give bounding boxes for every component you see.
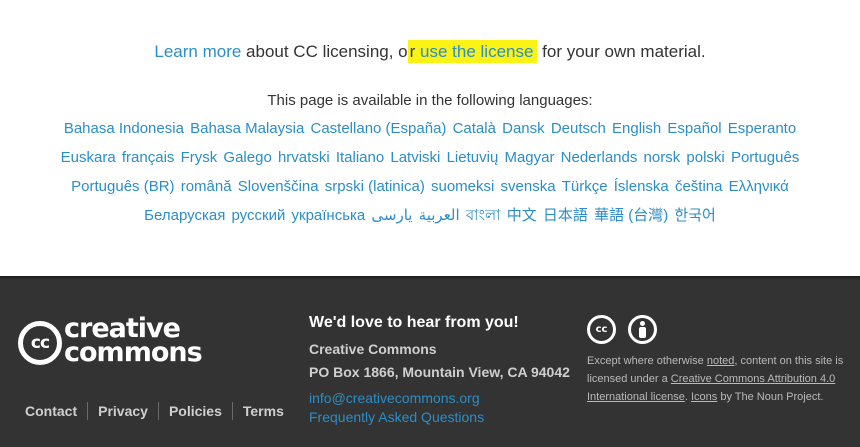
language-row: Bahasa Indonesia Bahasa Malaysia Castell… bbox=[0, 118, 860, 147]
language-link[interactable]: norsk bbox=[644, 149, 681, 166]
languages-intro: This page is available in the following … bbox=[267, 92, 593, 109]
footer-nav: Contact Privacy Policies Terms bbox=[15, 402, 294, 420]
language-link[interactable]: Português (BR) bbox=[71, 178, 174, 195]
language-link[interactable]: Galego bbox=[223, 149, 271, 166]
contact-heading: We'd love to hear from you! bbox=[309, 314, 519, 331]
language-link[interactable]: Íslenska bbox=[614, 178, 669, 195]
attribution-body bbox=[639, 327, 646, 338]
language-link[interactable]: 華語 (台灣) bbox=[594, 207, 668, 224]
language-link[interactable]: یارسی bbox=[371, 207, 412, 224]
noted-link[interactable]: noted bbox=[707, 355, 735, 367]
license-text-part: by The Noun Project. bbox=[717, 391, 824, 403]
language-link[interactable]: Magyar bbox=[504, 149, 554, 166]
contact-block: We'd love to hear from you! Creative Com… bbox=[309, 314, 570, 425]
language-list: Bahasa Indonesia Bahasa Malaysia Castell… bbox=[0, 118, 860, 234]
language-link[interactable]: English bbox=[612, 120, 661, 137]
language-link[interactable]: Frysk bbox=[181, 149, 218, 166]
language-link[interactable]: Slovenščina bbox=[238, 178, 319, 195]
language-link[interactable]: Deutsch bbox=[551, 120, 606, 137]
language-link[interactable]: polski bbox=[686, 149, 724, 166]
highlighted-text: r use the license bbox=[407, 40, 538, 63]
use-license-link[interactable]: use the license bbox=[420, 42, 533, 61]
license-icons: cc bbox=[587, 315, 657, 344]
language-link[interactable]: العربية bbox=[419, 207, 460, 224]
footer-link-policies[interactable]: Policies bbox=[159, 403, 232, 419]
language-link[interactable]: hrvatski bbox=[278, 149, 330, 166]
language-link[interactable]: Bahasa Indonesia bbox=[64, 120, 184, 137]
footer-top-shadow bbox=[0, 276, 860, 280]
language-link[interactable]: 日本語 bbox=[543, 207, 588, 224]
language-link[interactable]: 中文 bbox=[507, 207, 537, 224]
language-link[interactable]: Español bbox=[667, 120, 721, 137]
language-link[interactable]: українська bbox=[292, 207, 366, 224]
language-link[interactable]: srpski (latinica) bbox=[325, 178, 425, 195]
language-link[interactable]: čeština bbox=[675, 178, 723, 195]
icons-link[interactable]: Icons bbox=[691, 391, 717, 403]
language-link[interactable]: Esperanto bbox=[728, 120, 796, 137]
language-link[interactable]: Bahasa Malaysia bbox=[190, 120, 304, 137]
faq-link[interactable]: Frequently Asked Questions bbox=[309, 409, 570, 425]
language-link[interactable]: suomeksi bbox=[431, 178, 494, 195]
learn-more-link[interactable]: Learn more bbox=[154, 42, 241, 61]
logo-word-commons: commons bbox=[64, 337, 203, 368]
language-link[interactable]: русский bbox=[232, 207, 286, 224]
language-row: Euskara français Frysk Galego hrvatski I… bbox=[0, 147, 860, 176]
language-link[interactable]: Euskara bbox=[61, 149, 116, 166]
language-link[interactable]: Latviski bbox=[390, 149, 440, 166]
footer-link-contact[interactable]: Contact bbox=[15, 403, 87, 419]
language-link[interactable]: Castellano (España) bbox=[311, 120, 447, 137]
language-link[interactable]: Lietuvių bbox=[447, 149, 499, 166]
language-link[interactable]: Беларуская bbox=[144, 207, 225, 224]
language-link[interactable]: Català bbox=[453, 120, 496, 137]
email-link[interactable]: info@creativecommons.org bbox=[309, 390, 570, 406]
language-link[interactable]: Português bbox=[731, 149, 799, 166]
language-link[interactable]: Nederlands bbox=[561, 149, 638, 166]
language-link[interactable]: română bbox=[181, 178, 232, 195]
cta-mid-text: about CC licensing, o bbox=[241, 42, 408, 61]
language-row: Português (BR) română Slovenščina srpski… bbox=[0, 176, 860, 205]
footer-link-privacy[interactable]: Privacy bbox=[88, 403, 158, 419]
language-link[interactable]: Ελληνικά bbox=[729, 178, 789, 195]
postal-address: PO Box 1866, Mountain View, CA 94042 bbox=[309, 364, 570, 380]
cta-line: Learn more about CC licensing, or use th… bbox=[0, 40, 860, 63]
language-link[interactable]: Italiano bbox=[336, 149, 384, 166]
org-name: Creative Commons bbox=[309, 341, 437, 357]
language-link[interactable]: français bbox=[122, 149, 175, 166]
cc-logo-icon: cc bbox=[18, 321, 62, 365]
creative-commons-logo[interactable]: cc creative commons bbox=[18, 315, 228, 369]
language-link[interactable]: 한국어 bbox=[674, 207, 715, 224]
cc-license-icon[interactable]: cc bbox=[587, 315, 616, 344]
highlight-r: r bbox=[409, 42, 421, 61]
cta-tail-text: for your own material. bbox=[537, 42, 706, 61]
language-row: Беларуская русский українська العربية یا… bbox=[0, 205, 860, 234]
language-link[interactable]: Dansk bbox=[502, 120, 545, 137]
license-text-part: Except where otherwise bbox=[587, 355, 707, 367]
language-link[interactable]: Türkçe bbox=[562, 178, 608, 195]
language-link[interactable]: svenska bbox=[501, 178, 556, 195]
language-link[interactable]: বাংলা bbox=[466, 207, 501, 224]
footer-link-terms[interactable]: Terms bbox=[233, 403, 294, 419]
license-notice: Except where otherwise noted, content on… bbox=[587, 352, 849, 406]
attribution-head bbox=[640, 321, 645, 326]
attribution-icon[interactable] bbox=[628, 315, 657, 344]
footer: cc creative commons Contact Privacy Poli… bbox=[0, 276, 860, 447]
